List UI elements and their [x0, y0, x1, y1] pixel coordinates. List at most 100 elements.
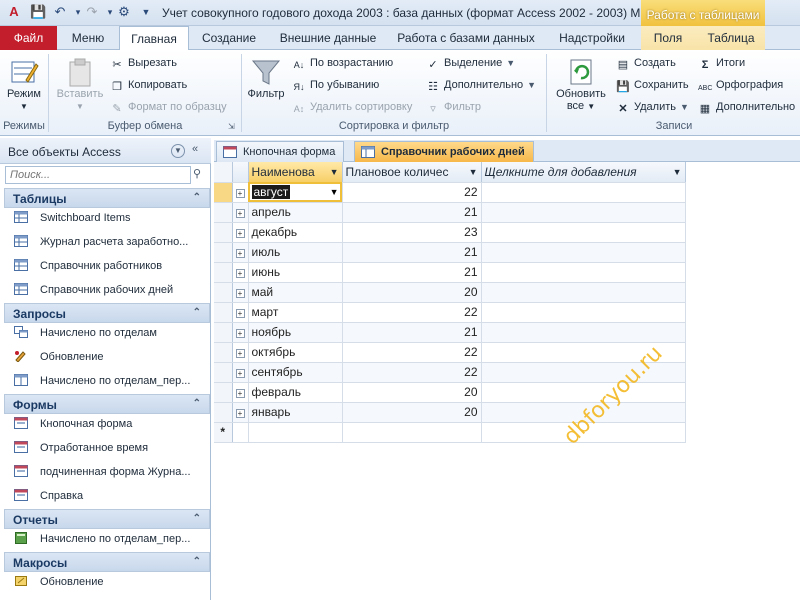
cell-month-name[interactable]: декабрь	[248, 222, 343, 243]
cell-planned-days[interactable]: 22	[342, 362, 482, 383]
refresh-all-button[interactable]: Обновить все ▼	[552, 56, 610, 112]
column-header-days[interactable]: Плановое количес ▼	[342, 162, 482, 183]
cell-month-name[interactable]: апрель	[248, 202, 343, 223]
row-selector[interactable]	[214, 362, 233, 383]
spelling-button[interactable]: ABC Орфография	[698, 76, 783, 94]
selection-button[interactable]: ✓ Выделение ▼	[426, 54, 515, 72]
undo-icon[interactable]: ↶	[52, 4, 68, 20]
dialog-launcher-icon[interactable]: ⇲	[228, 122, 235, 131]
row-selector[interactable]	[214, 222, 233, 243]
cell-month-name[interactable]: март	[248, 302, 343, 323]
expand-plus-icon[interactable]: +	[235, 389, 245, 398]
cell-month-name[interactable]: июнь	[248, 262, 343, 283]
tab-external-data[interactable]: Внешние данные	[272, 26, 384, 50]
table-row[interactable]: + март 22	[214, 302, 686, 323]
cell-planned-days[interactable]: 21	[342, 262, 482, 283]
row-selector[interactable]	[214, 322, 233, 343]
paste-button[interactable]: Вставить ▼	[54, 56, 106, 112]
nav-item-form[interactable]: Отработанное время	[14, 438, 208, 458]
format-painter-button[interactable]: ✎ Формат по образцу	[110, 98, 226, 116]
save-icon[interactable]: 💾	[30, 4, 46, 20]
toggle-filter-button[interactable]: ▿ Фильтр	[426, 98, 481, 116]
row-expand-cell[interactable]: +	[232, 182, 249, 203]
table-row[interactable]: + декабрь 23	[214, 222, 686, 243]
expand-plus-icon[interactable]: +	[235, 209, 245, 218]
customize-icon[interactable]: ⚙	[116, 4, 132, 20]
table-row[interactable]: + октябрь 22	[214, 342, 686, 363]
cell-planned-days[interactable]: 21	[342, 322, 482, 343]
expand-plus-icon[interactable]: +	[235, 189, 245, 198]
tab-table[interactable]: Таблица	[700, 26, 762, 50]
nav-item-query[interactable]: Начислено по отделам_пер...	[14, 371, 208, 391]
row-expand-cell[interactable]: +	[232, 342, 249, 363]
cell-planned-days[interactable]	[342, 422, 482, 443]
row-expand-cell[interactable]: +	[232, 282, 249, 303]
nav-search-input[interactable]	[5, 166, 191, 184]
nav-item-query[interactable]: Начислено по отделам	[14, 323, 208, 343]
nav-dropdown-icon[interactable]: ▼	[171, 144, 185, 158]
new-record-button[interactable]: ▤ Создать	[616, 54, 676, 72]
cell-planned-days[interactable]: 22	[342, 342, 482, 363]
cell-month-name[interactable]: август ▼	[248, 182, 343, 203]
cell-month-name[interactable]: май	[248, 282, 343, 303]
sort-ascending-button[interactable]: A↓ По возрастанию	[292, 54, 393, 72]
cell-planned-days[interactable]: 21	[342, 242, 482, 263]
row-expand-cell[interactable]: +	[232, 202, 249, 223]
cell-planned-days[interactable]: 23	[342, 222, 482, 243]
column-header-name[interactable]: Наименова ▼	[248, 162, 343, 183]
row-selector[interactable]	[214, 202, 233, 223]
expand-plus-icon[interactable]: +	[235, 369, 245, 378]
quick-access-menu-icon[interactable]: ▼	[138, 4, 154, 20]
row-expand-cell[interactable]: +	[232, 362, 249, 383]
table-row[interactable]: + июль 21	[214, 242, 686, 263]
nav-item-form[interactable]: Справка	[14, 486, 208, 506]
expand-plus-icon[interactable]: +	[235, 309, 245, 318]
redo-icon[interactable]: ↷	[84, 4, 100, 20]
cell-month-name[interactable]	[248, 422, 343, 443]
nav-item-report[interactable]: Начислено по отделам_пер...	[14, 529, 208, 549]
column-header-add-field[interactable]: Щелкните для добавления ▼	[481, 162, 686, 183]
cell-planned-days[interactable]: 20	[342, 402, 482, 423]
row-expand-cell[interactable]: +	[232, 302, 249, 323]
cell-add-field[interactable]	[481, 382, 686, 403]
row-selector[interactable]	[214, 382, 233, 403]
view-button[interactable]: Режим ▼	[4, 56, 44, 112]
tab-create[interactable]: Создание	[193, 26, 265, 50]
sort-descending-button[interactable]: Я↓ По убыванию	[292, 76, 380, 94]
cell-month-name[interactable]: сентябрь	[248, 362, 343, 383]
nav-header[interactable]: Все объекты Access ▼ «	[0, 138, 211, 164]
cell-add-field[interactable]	[481, 242, 686, 263]
category-macros[interactable]: Макросы ⌃	[4, 552, 210, 572]
delete-record-button[interactable]: ✕ Удалить ▼	[616, 98, 689, 116]
expand-plus-icon[interactable]: +	[235, 409, 245, 418]
tab-fields[interactable]: Поля	[644, 26, 692, 50]
cell-planned-days[interactable]: 21	[342, 202, 482, 223]
row-selector[interactable]	[214, 182, 233, 203]
cut-button[interactable]: ✂ Вырезать	[110, 54, 177, 72]
nav-item-query[interactable]: Обновление	[14, 347, 208, 367]
expand-plus-icon[interactable]: +	[235, 289, 245, 298]
category-reports[interactable]: Отчеты ⌃	[4, 509, 210, 529]
new-record-row[interactable]: *	[214, 422, 686, 443]
nav-item-table[interactable]: Журнал расчета заработно...	[14, 232, 208, 252]
cell-month-name[interactable]: октябрь	[248, 342, 343, 363]
totals-button[interactable]: Σ Итоги	[698, 54, 745, 72]
row-expand-cell[interactable]: +	[232, 402, 249, 423]
cell-month-name[interactable]: февраль	[248, 382, 343, 403]
row-selector[interactable]	[214, 302, 233, 323]
cell-add-field[interactable]	[481, 182, 686, 203]
category-tables[interactable]: Таблицы ⌃	[4, 188, 210, 208]
cell-add-field[interactable]	[481, 262, 686, 283]
select-all-corner[interactable]	[214, 162, 233, 183]
nav-item-table[interactable]: Справочник рабочих дней	[14, 280, 208, 300]
expand-plus-icon[interactable]: +	[235, 249, 245, 258]
tab-addins[interactable]: Надстройки	[552, 26, 632, 50]
search-icon[interactable]: ⚲	[193, 167, 201, 180]
row-expand-cell[interactable]: +	[232, 382, 249, 403]
cell-add-field[interactable]	[481, 282, 686, 303]
nav-item-table[interactable]: Справочник работников	[14, 256, 208, 276]
column-sort-dropdown-icon[interactable]: ▼	[330, 167, 339, 177]
cell-planned-days[interactable]: 20	[342, 382, 482, 403]
row-selector[interactable]	[214, 282, 233, 303]
column-sort-dropdown-icon[interactable]: ▼	[469, 167, 478, 177]
